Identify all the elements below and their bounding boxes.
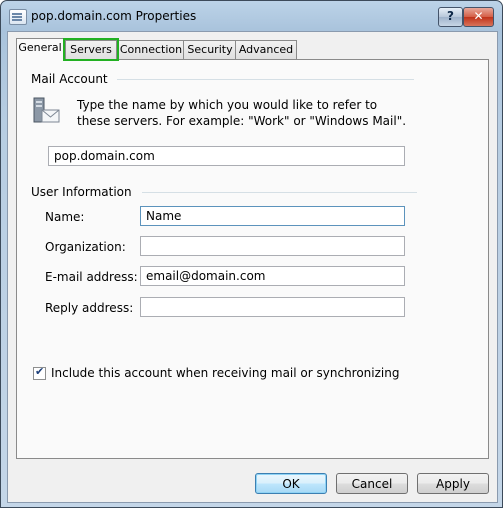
include-account-label[interactable]: Include this account when receiving mail… [51, 366, 399, 380]
reply-address-label: Reply address: [45, 301, 134, 315]
window-title: pop.domain.com Properties [31, 9, 197, 23]
reply-address-input[interactable] [140, 297, 405, 317]
email-address-input[interactable]: email@domain.com [140, 266, 405, 286]
tab-general[interactable]: General [16, 38, 64, 60]
close-button[interactable]: ✕ [463, 7, 494, 27]
user-information-heading: User Information [31, 185, 132, 199]
mail-account-icon [33, 97, 60, 123]
name-label: Name: [45, 210, 85, 224]
tab-servers[interactable]: Servers [63, 38, 119, 61]
dialog-client-area: General Servers Connection Security Adva… [7, 31, 498, 503]
user-information-divider [142, 192, 417, 193]
properties-window: pop.domain.com Properties ? ✕ General Se… [0, 0, 503, 508]
email-address-label: E-mail address: [45, 270, 138, 284]
organization-label: Organization: [45, 240, 126, 254]
tab-advanced[interactable]: Advanced [235, 40, 297, 59]
name-input[interactable]: Name [140, 206, 405, 226]
general-tab-panel: Mail Account Type the name by which you … [16, 59, 489, 459]
help-button[interactable]: ? [438, 7, 463, 27]
title-bar[interactable]: pop.domain.com Properties ? ✕ [1, 1, 502, 31]
window-icon [9, 9, 27, 25]
cancel-button[interactable]: Cancel [336, 473, 408, 494]
apply-button[interactable]: Apply [417, 473, 489, 494]
mail-account-name-input[interactable]: pop.domain.com [48, 146, 405, 166]
mail-account-divider [117, 79, 414, 80]
checkmark-icon: ✔ [35, 365, 45, 378]
organization-input[interactable] [140, 236, 405, 256]
include-account-checkbox[interactable]: ✔ [33, 365, 46, 380]
mail-account-heading: Mail Account [31, 72, 108, 86]
tab-connection[interactable]: Connection [117, 40, 185, 59]
tab-security[interactable]: Security [183, 40, 237, 59]
mail-account-description: Type the name by which you would like to… [77, 98, 407, 128]
ok-button[interactable]: OK [255, 473, 327, 494]
